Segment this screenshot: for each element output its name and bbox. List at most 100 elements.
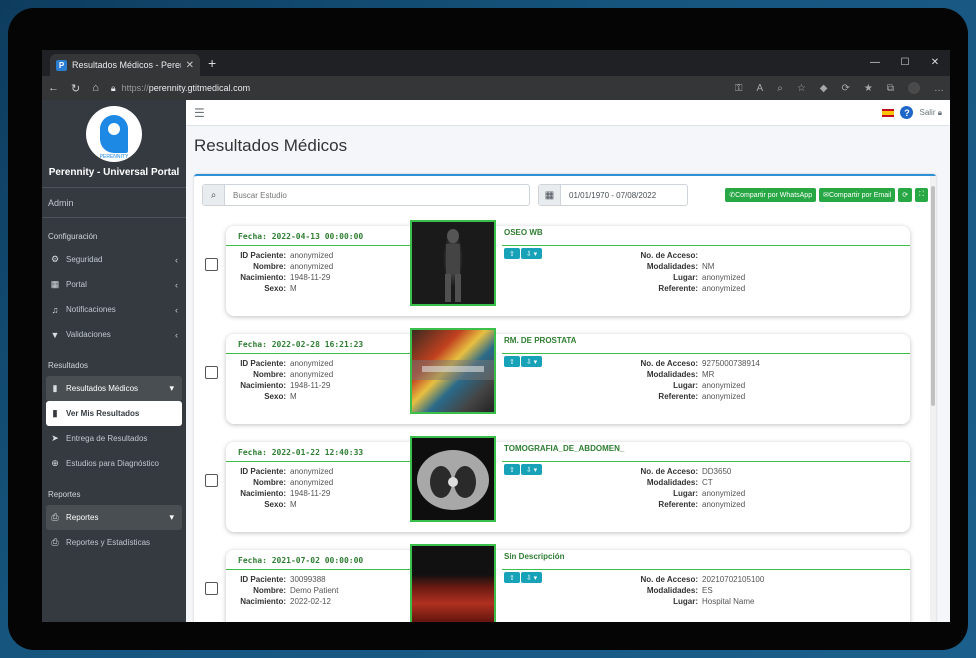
search-plus-icon: ⊕ <box>51 458 59 468</box>
upload-icon: ⇧ <box>504 356 520 367</box>
more-icon[interactable]: … <box>934 83 944 94</box>
study-date: Fecha: 2022-01-22 12:40:33 <box>238 448 364 457</box>
sidebar-item-reportes[interactable]: ⎙ Reportes ▾ <box>46 505 182 530</box>
zoom-icon[interactable]: ⌕ <box>777 83 783 94</box>
paper-plane-icon: ➤ <box>51 433 59 443</box>
sidebar-item-reportes-estadisticas[interactable]: ⎙ Reportes y Estadísticas <box>42 530 186 555</box>
share-whatsapp-button[interactable]: ✆ Compartir por WhatsApp <box>725 188 817 202</box>
hamburger-icon[interactable]: ☰ <box>194 106 205 120</box>
profile-avatar[interactable] <box>908 82 920 94</box>
study-card[interactable]: Fecha: 2021-07-02 00:00:00 ID Paciente: 3… <box>226 544 910 622</box>
search-input[interactable] <box>225 185 529 205</box>
reload-icon[interactable]: ↻ <box>71 82 80 95</box>
brand[interactable]: PERENNITY Perennity - Universal Portal <box>42 100 186 188</box>
building-icon: ▦ <box>50 279 60 289</box>
study-card[interactable]: Fecha: 2022-04-13 00:00:00 ID Paciente: a… <box>226 220 910 316</box>
refresh-ext-icon[interactable]: ⟳ <box>842 83 850 94</box>
sidebar-item-notificaciones[interactable]: ♫ Notificaciones ‹ <box>42 297 186 322</box>
bell-icon: ♫ <box>51 304 59 315</box>
favorite-add-icon[interactable]: ☆ <box>797 83 806 94</box>
date-range-input[interactable] <box>561 185 687 205</box>
tab-title: Resultados Médicos - Perennity <box>72 60 181 70</box>
favorites-icon[interactable]: ★ <box>864 83 873 94</box>
tab-bar: P Resultados Médicos - Perennity ✕ + — ☐… <box>42 50 950 76</box>
download-buttons[interactable]: ⇧ ⇩ ▾ <box>504 464 543 475</box>
study-thumbnail[interactable] <box>410 328 496 414</box>
study-date: Fecha: 2021-07-02 00:00:00 <box>238 556 364 565</box>
logout-link[interactable]: Salir 🔒︎ <box>919 108 942 118</box>
sidebar-item-portal[interactable]: ▦ Portal ‹ <box>42 272 186 297</box>
brand-name: Perennity - Universal Portal <box>48 167 180 178</box>
study-thumbnail[interactable] <box>410 220 496 306</box>
fullscreen-button[interactable]: ⛶ <box>915 188 928 202</box>
study-title: OSEO WB <box>504 228 543 237</box>
filter-bar: ⌕ ▦ ✆Compartir por WhatsApp ✉Compartir p… <box>194 176 936 214</box>
study-row: Fecha: 2022-02-28 16:21:23 ID Paciente: a… <box>202 328 930 436</box>
chevron-down-icon: ▾ <box>169 383 174 393</box>
clipboard-icon: ▮ <box>52 408 58 418</box>
app: PERENNITY Perennity - Universal Portal A… <box>42 100 950 622</box>
read-aloud-icon[interactable]: A <box>757 83 764 94</box>
download-icon: ⇩ ▾ <box>520 248 543 259</box>
download-buttons[interactable]: ⇧ ⇩ ▾ <box>504 248 543 259</box>
study-title: RM. DE PROSTATA <box>504 336 577 345</box>
print-icon: ⎙ <box>51 512 59 522</box>
minimize-icon[interactable]: — <box>860 50 890 76</box>
study-card[interactable]: Fecha: 2022-02-28 16:21:23 ID Paciente: a… <box>226 328 910 424</box>
scrollbar[interactable] <box>930 176 936 622</box>
sidebar-item-validaciones[interactable]: ▼ Validaciones ‹ <box>42 322 186 347</box>
sidebar-item-seguridad[interactable]: ⚙ Seguridad ‹ <box>42 247 186 272</box>
extension-icon[interactable]: ◆ <box>820 83 828 94</box>
user-name[interactable]: Admin <box>42 188 186 218</box>
sidebar-item-resultados-medicos[interactable]: ▮ Resultados Médicos ▾ <box>46 376 182 401</box>
study-checkbox[interactable] <box>205 582 218 595</box>
lock-icon: 🔒︎ <box>110 82 116 93</box>
study-thumbnail[interactable] <box>410 544 496 622</box>
upload-icon: ⇧ <box>504 572 520 583</box>
close-tab-icon[interactable]: ✕ <box>186 60 194 71</box>
share-email-button[interactable]: ✉ Compartir por Email <box>819 188 896 202</box>
perennity-logo: PERENNITY <box>86 106 142 162</box>
section-resultados: Resultados <box>48 361 89 370</box>
chevron-down-icon: ▾ <box>169 512 174 522</box>
sidebar-item-ver-mis-resultados[interactable]: ▮ Ver Mis Resultados <box>46 401 182 426</box>
study-checkbox[interactable] <box>205 474 218 487</box>
clipboard-icon: ▮ <box>52 383 58 393</box>
key-icon[interactable]: ⚿ <box>735 83 743 94</box>
section-configuracion: Configuración <box>48 232 98 241</box>
chevron-left-icon: ‹ <box>175 329 178 340</box>
lock-icon: 🔒︎ <box>937 107 942 117</box>
home-icon[interactable]: ⌂ <box>92 82 99 94</box>
studies-list: Fecha: 2022-04-13 00:00:00 ID Paciente: a… <box>202 220 930 622</box>
date-range-group: ▦ <box>538 184 688 206</box>
url-field[interactable]: 🔒︎ https://perennity.gtitmedical.com <box>111 83 723 94</box>
download-icon: ⇩ ▾ <box>520 464 543 475</box>
close-window-icon[interactable]: ✕ <box>920 50 950 76</box>
sidebar-item-estudios-diagnostico[interactable]: ⊕ Estudios para Diagnóstico <box>42 451 186 476</box>
sidebar: PERENNITY Perennity - Universal Portal A… <box>42 100 186 622</box>
address-bar-row: ← ↻ ⌂ 🔒︎ https://perennity.gtitmedical.c… <box>42 76 950 100</box>
study-row: Fecha: 2021-07-02 00:00:00 ID Paciente: 3… <box>202 544 930 622</box>
study-thumbnail[interactable] <box>410 436 496 522</box>
new-tab-icon[interactable]: + <box>208 55 216 71</box>
back-icon[interactable]: ← <box>48 82 59 94</box>
url-scheme: https:// <box>121 83 149 93</box>
download-buttons[interactable]: ⇧ ⇩ ▾ <box>504 572 543 583</box>
help-icon[interactable]: ? <box>900 106 914 119</box>
scrollbar-thumb[interactable] <box>931 186 935 406</box>
download-buttons[interactable]: ⇧ ⇩ ▾ <box>504 356 543 367</box>
chevron-left-icon: ‹ <box>175 254 178 265</box>
sidebar-item-entrega-resultados[interactable]: ➤ Entrega de Resultados <box>42 426 186 451</box>
study-card[interactable]: Fecha: 2022-01-22 12:40:33 ID Paciente: a… <box>226 436 910 532</box>
refresh-button[interactable]: ⟳ <box>898 188 913 202</box>
browser-tab[interactable]: P Resultados Médicos - Perennity ✕ <box>50 54 200 76</box>
study-checkbox[interactable] <box>205 366 218 379</box>
study-date: Fecha: 2022-04-13 00:00:00 <box>238 232 364 241</box>
study-date: Fecha: 2022-02-28 16:21:23 <box>238 340 364 349</box>
study-checkbox[interactable] <box>205 258 218 271</box>
maximize-icon[interactable]: ☐ <box>890 50 920 76</box>
search-icon: ⌕ <box>203 185 225 205</box>
spain-flag-icon[interactable] <box>882 108 895 117</box>
collections-icon[interactable]: ⧉ <box>887 83 894 94</box>
section-reportes: Reportes <box>48 490 81 499</box>
